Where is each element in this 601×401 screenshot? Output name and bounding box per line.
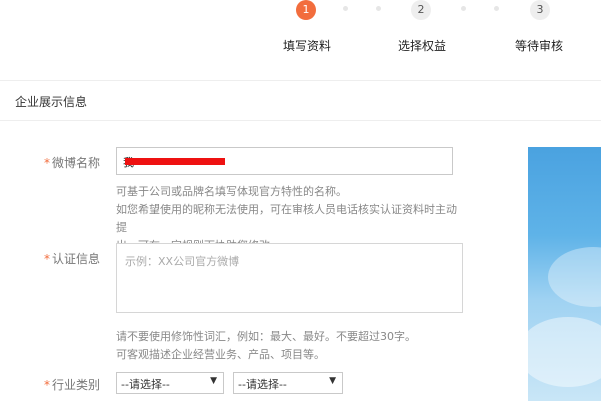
hint-line: 可客观描述企业经营业务、产品、项目等。 (116, 348, 325, 361)
weibo-name-label: * 微博名称 (20, 154, 100, 171)
side-banner-image (528, 147, 601, 401)
step-1-label: 填写资料 (283, 39, 332, 53)
required-marker: * (43, 156, 50, 170)
select-value: --请选择-- (121, 378, 170, 391)
step-2-circle: 2 (411, 0, 431, 20)
step-3-label: 等待审核 (515, 39, 564, 53)
cloud-shape (528, 317, 601, 387)
cloud-shape (548, 247, 601, 307)
step-2-label: 选择权益 (398, 39, 447, 53)
verify-info-placeholder: 示例：XX公司官方微博 (125, 255, 240, 268)
required-marker: * (43, 252, 50, 266)
redaction-mark (125, 158, 225, 165)
step-dot (461, 6, 466, 11)
weibo-name-label-text: 微博名称 (51, 156, 100, 170)
verify-info-textarea[interactable]: 示例：XX公司官方微博 (116, 243, 463, 313)
chevron-down-icon: ▼ (329, 376, 336, 386)
verify-info-label: * 认证信息 (20, 250, 100, 267)
verify-info-label-text: 认证信息 (51, 252, 100, 266)
industry-select-1[interactable]: --请选择-- ▼ (116, 372, 224, 394)
hint-line: 请不要使用修饰性词汇，例如：最大、最好。不要超过30字。 (116, 330, 416, 343)
divider (0, 80, 601, 81)
hint-line: 可基于公司或品牌名填写体现官方特性的名称。 (116, 185, 347, 198)
divider (0, 120, 601, 121)
section-title: 企业展示信息 (15, 95, 88, 109)
verify-info-hint: 请不要使用修饰性词汇，例如：最大、最好。不要超过30字。 可客观描述企业经营业务… (116, 328, 466, 364)
step-3-circle: 3 (530, 0, 550, 20)
step-dot (343, 6, 348, 11)
chevron-down-icon: ▼ (210, 376, 217, 386)
step-1-circle: 1 (296, 0, 316, 20)
industry-select-2[interactable]: --请选择-- ▼ (233, 372, 343, 394)
required-marker: * (43, 378, 50, 392)
industry-label: * 行业类别 (20, 376, 100, 393)
step-dot (494, 6, 499, 11)
weibo-name-input[interactable]: 我 (116, 147, 453, 175)
industry-label-text: 行业类别 (51, 378, 100, 392)
step-dot (376, 6, 381, 11)
select-value: --请选择-- (238, 378, 287, 391)
hint-line: 如您希望使用的昵称无法使用，可在审核人员电话核实认证资料时主动提 (116, 203, 457, 234)
